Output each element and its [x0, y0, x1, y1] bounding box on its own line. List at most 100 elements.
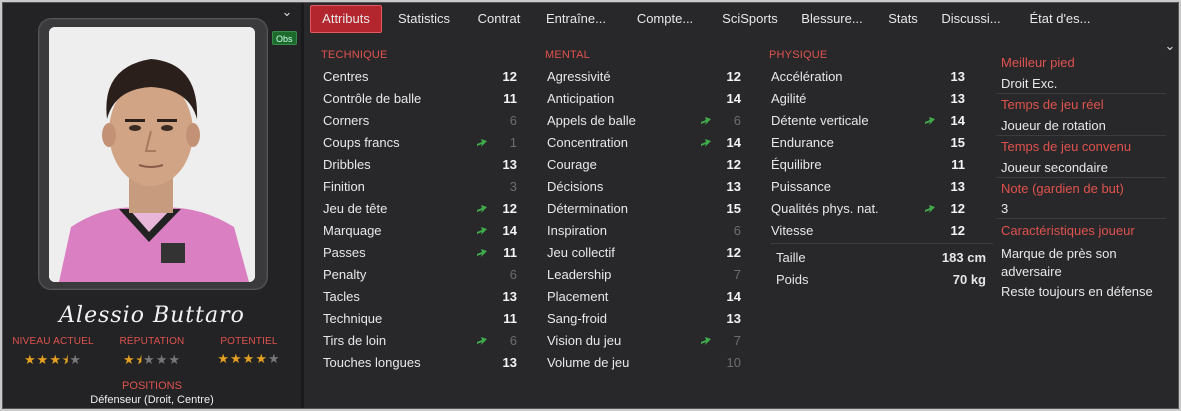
attribute-row[interactable]: Inspiration 6: [547, 220, 747, 242]
attribute-row[interactable]: Jeu collectif 12: [547, 242, 747, 264]
attribute-row[interactable]: Tirs de loin 6: [323, 330, 523, 352]
attribute-name: Jeu de tête: [323, 201, 388, 216]
star-icon: ★: [168, 352, 181, 367]
attribute-row[interactable]: Finition 3: [323, 176, 523, 198]
attribute-row[interactable]: Courage 12: [547, 154, 747, 176]
star-icon: ★: [155, 352, 169, 367]
attribute-row[interactable]: Dribbles 13: [323, 154, 523, 176]
attribute-row[interactable]: Détermination 15: [547, 198, 747, 220]
attribute-name: Passes: [323, 245, 366, 260]
tab-compte[interactable]: Compte...: [630, 5, 700, 33]
agreed-playtime-label: Temps de jeu convenu: [1001, 139, 1132, 154]
attribute-row[interactable]: Agressivité 12: [547, 66, 747, 88]
attribute-name: Contrôle de balle: [323, 91, 422, 106]
attribute-name: Volume de jeu: [547, 355, 630, 370]
star-rating: ★⯨★★★: [110, 351, 194, 372]
rating-potential: POTENTIEL ★★★★★: [207, 336, 291, 367]
gk-rating-label: Note (gardien de but): [1001, 181, 1124, 196]
attribute-value: 11: [503, 311, 517, 326]
trend-up-arrow-icon: [477, 205, 487, 213]
weight-label: Poids: [776, 272, 809, 287]
attribute-row[interactable]: Leadership 7: [547, 264, 747, 286]
tab-bar: Attributs Statistics Contrat Entraîne...…: [308, 5, 1178, 33]
attribute-row[interactable]: Qualités phys. nat. 12: [771, 198, 971, 220]
attribute-name: Accélération: [771, 69, 843, 84]
tab-attributs[interactable]: Attributs: [310, 5, 382, 33]
attribute-row[interactable]: Touches longues 13: [323, 352, 523, 374]
attribute-row[interactable]: Jeu de tête 12: [323, 198, 523, 220]
attribute-value: 12: [502, 69, 517, 84]
rating-current-ability: NIVEAU ACTUEL ★★★⯨★: [11, 336, 95, 372]
player-profile-panel: ⌄ Obs Alessio Buttaro NIVEAU ACTUEL ★★★⯨…: [3, 3, 301, 408]
attribute-name: Technique: [323, 311, 383, 326]
attribute-row[interactable]: Corners 6: [323, 110, 523, 132]
attribute-row[interactable]: Passes 11: [323, 242, 523, 264]
info-separator: [996, 218, 1166, 219]
tab-stats[interactable]: Stats: [884, 5, 922, 33]
attribute-value: 15: [726, 201, 741, 216]
chevron-down-icon[interactable]: ⌄: [279, 5, 295, 19]
attribute-row[interactable]: Volume de jeu 10: [547, 352, 747, 374]
obs-badge[interactable]: Obs: [272, 31, 297, 45]
attribute-row[interactable]: Penalty 6: [323, 264, 523, 286]
attribute-value: 14: [950, 113, 965, 128]
attribute-row[interactable]: Sang-froid 13: [547, 308, 747, 330]
info-separator: [996, 93, 1166, 94]
attribute-value: 13: [726, 311, 741, 326]
panel-divider: [301, 3, 304, 408]
attribute-row[interactable]: Marquage 14: [323, 220, 523, 242]
attribute-row[interactable]: Accélération 13: [771, 66, 971, 88]
attribute-name: Placement: [547, 289, 609, 304]
attribute-row[interactable]: Décisions 13: [547, 176, 747, 198]
tab-entrainement[interactable]: Entraîne...: [540, 5, 612, 33]
attribute-name: Penalty: [323, 267, 367, 282]
attribute-row[interactable]: Appels de balle 6: [547, 110, 747, 132]
chevron-down-icon[interactable]: ⌄: [1163, 39, 1177, 53]
attribute-name: Coups francs: [323, 135, 400, 150]
attribute-name: Finition: [323, 179, 365, 194]
attribute-value: 12: [950, 223, 965, 238]
star-icon: ★: [217, 351, 231, 366]
tab-etat[interactable]: État d'es...: [1024, 5, 1096, 33]
trend-up-arrow-icon: [925, 117, 935, 125]
trend-up-arrow-icon: [701, 117, 711, 125]
tab-statistics[interactable]: Statistics: [390, 5, 458, 33]
attribute-row[interactable]: Agilité 13: [771, 88, 971, 110]
attribute-row[interactable]: Contrôle de balle 11: [323, 88, 523, 110]
tab-discussions[interactable]: Discussi...: [938, 5, 1004, 33]
attribute-value: 13: [950, 179, 965, 194]
tab-blessures[interactable]: Blessure...: [796, 5, 868, 33]
attribute-row[interactable]: Coups francs 1: [323, 132, 523, 154]
attribute-row[interactable]: Puissance 13: [771, 176, 971, 198]
attribute-value: 13: [502, 289, 517, 304]
attribute-row[interactable]: Détente verticale 14: [771, 110, 971, 132]
attribute-row[interactable]: Équilibre 11: [771, 154, 971, 176]
attribute-value: 15: [950, 135, 965, 150]
tab-scisports[interactable]: SciSports: [716, 5, 784, 33]
attribute-value: 11: [951, 157, 965, 172]
attribute-value: 12: [950, 201, 965, 216]
attribute-row[interactable]: Concentration 14: [547, 132, 747, 154]
star-icon: ★: [255, 351, 268, 366]
attribute-value: 1: [509, 135, 517, 150]
attribute-value: 12: [726, 157, 741, 172]
attribute-row[interactable]: Placement 14: [547, 286, 747, 308]
attribute-value: 13: [950, 91, 965, 106]
attribute-row[interactable]: Centres 12: [323, 66, 523, 88]
tab-contrat[interactable]: Contrat: [470, 5, 528, 33]
star-icon: ★: [143, 352, 156, 367]
positions-label: POSITIONS: [122, 380, 182, 392]
attribute-row[interactable]: Anticipation 14: [547, 88, 747, 110]
attribute-value: 10: [726, 355, 741, 370]
attribute-name: Tirs de loin: [323, 333, 387, 348]
attribute-row[interactable]: Vision du jeu 7: [547, 330, 747, 352]
trait-line: Marque de près son: [1001, 246, 1117, 261]
attribute-name: Inspiration: [547, 223, 607, 238]
attribute-row[interactable]: Vitesse 12: [771, 220, 971, 242]
attribute-row[interactable]: Endurance 15: [771, 132, 971, 154]
height-label: Taille: [776, 250, 806, 265]
gk-rating-value: 3: [1001, 201, 1009, 216]
height-value: 183 cm: [941, 250, 986, 265]
attribute-row[interactable]: Tacles 13: [323, 286, 523, 308]
attribute-row[interactable]: Technique 11: [323, 308, 523, 330]
